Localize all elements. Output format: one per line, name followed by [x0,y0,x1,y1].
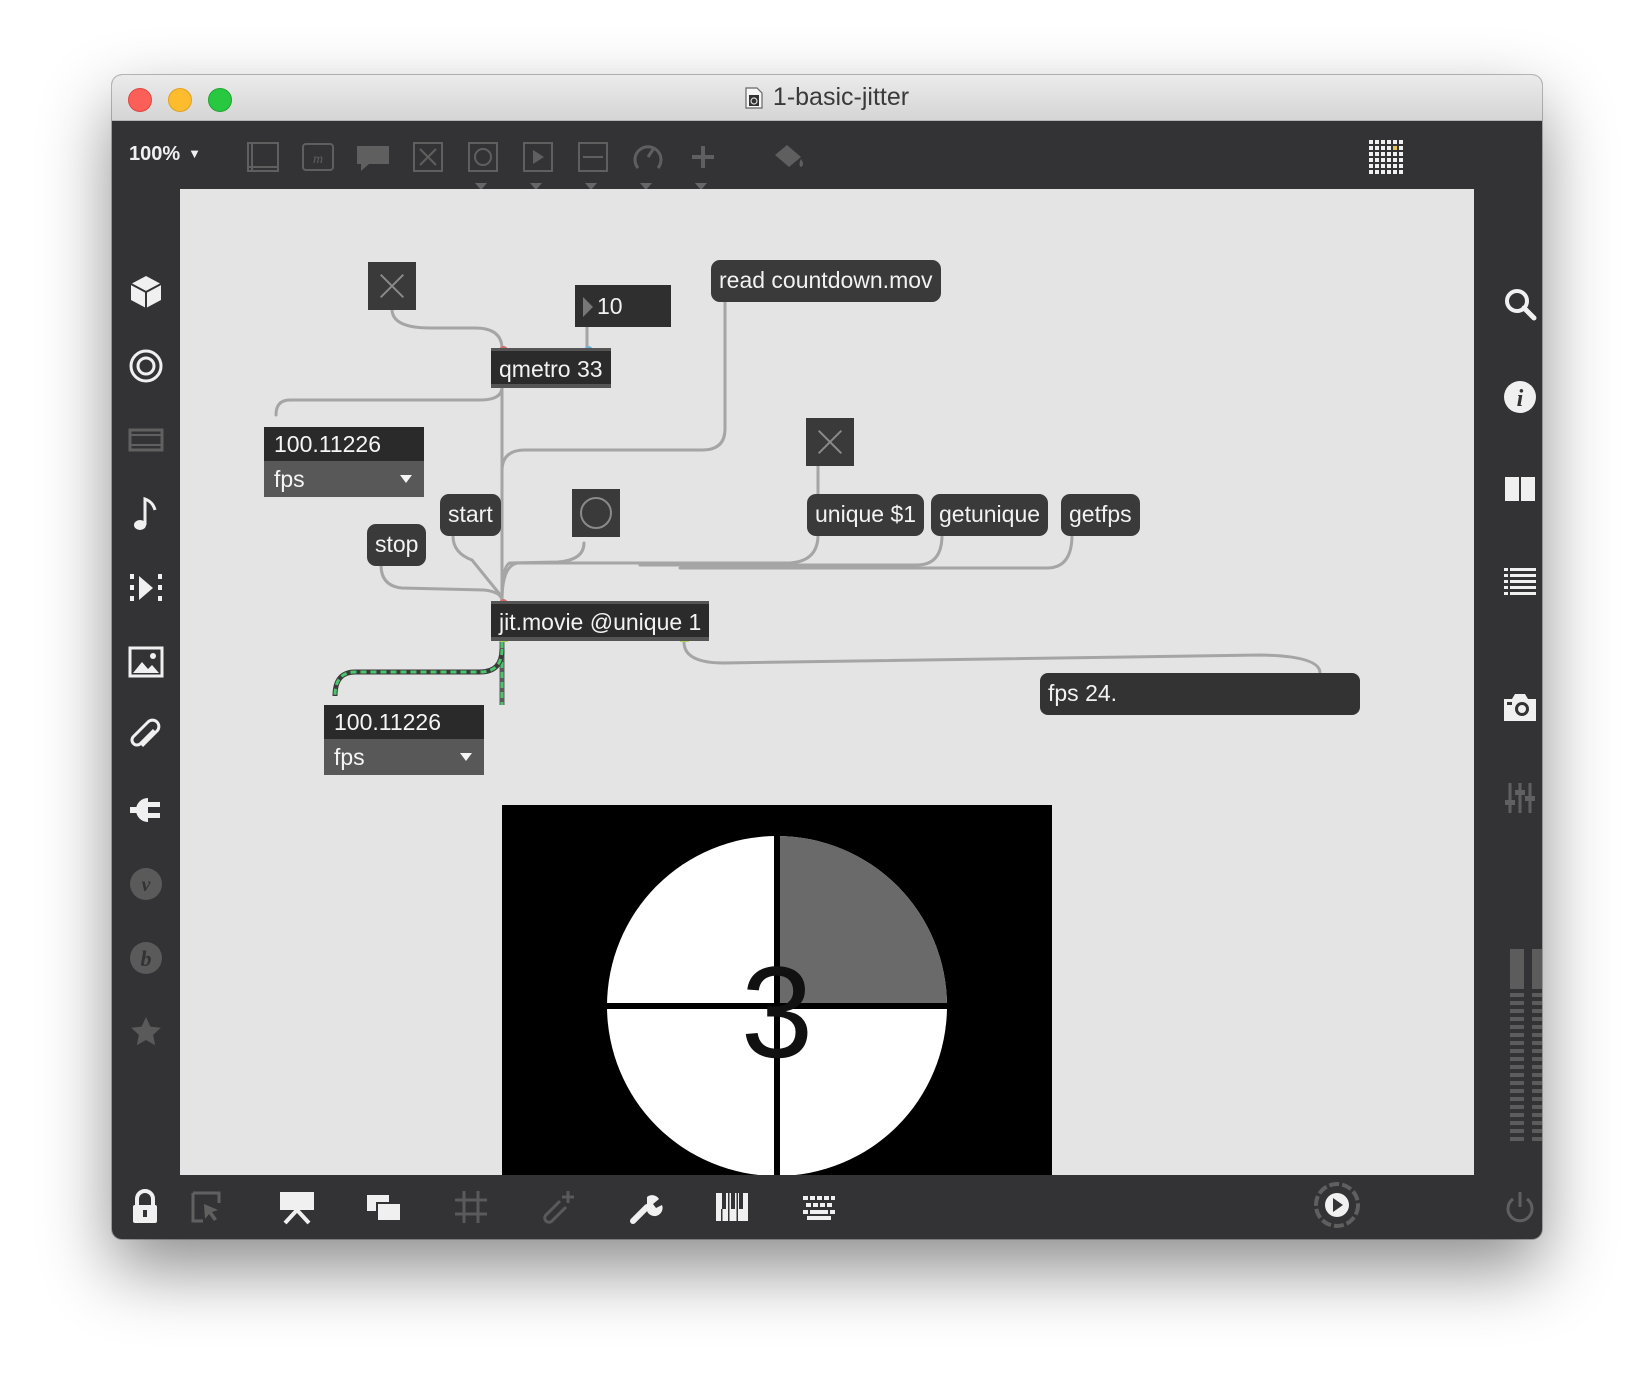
zoom-menu[interactable]: 100% ▼ [129,143,201,166]
toggle-1[interactable] [368,262,416,310]
unique-message-box[interactable]: unique $1 [807,494,925,536]
comment-icon[interactable] [353,137,393,177]
jit-movie-object[interactable]: jit.movie @unique 1 [491,601,710,641]
window-title-text: 1-basic-jitter [772,83,910,111]
svg-text:m: m [313,152,323,167]
fps-output-message[interactable]: fps 24. [1040,673,1360,715]
attrui-value: 100.11226 [324,705,484,739]
message-box-icon[interactable]: m [298,137,338,177]
attrui-fps-bottom[interactable]: 100.11226 fps [324,705,484,775]
toggle-icon[interactable] [408,137,448,177]
info-icon[interactable]: i [1500,377,1540,417]
plug-icon[interactable] [126,790,166,830]
mixer-icon[interactable] [1500,778,1540,818]
getfps-message-box[interactable]: getfps [1061,494,1140,536]
paperclip-icon[interactable] [126,716,166,756]
lock-icon[interactable] [125,1187,165,1227]
svg-text:v: v [142,874,152,896]
music-note-icon[interactable] [126,494,166,534]
film-icon[interactable] [126,420,166,460]
jit-pwindow[interactable]: 3 [502,805,1052,1175]
bang-button[interactable] [572,489,620,537]
triangle-icon [583,297,593,317]
qmetro-object[interactable]: qmetro 33 [491,348,611,388]
svg-text:b: b [141,946,152,971]
step-icon[interactable] [126,568,166,608]
patcher-window: 1-basic-jitter 100% ▼ m v b 10 read coun… [112,75,1542,1239]
getunique-message-box[interactable]: getunique [931,494,1049,536]
svg-text:i: i [1517,386,1524,412]
video-frame: 3 [607,836,947,1175]
grid-icon[interactable] [451,1187,491,1227]
grid-icon[interactable] [1367,137,1407,177]
dial-icon[interactable] [628,137,668,177]
cursor-icon[interactable] [187,1187,227,1227]
wrench-icon[interactable] [625,1187,665,1227]
read-message-box[interactable]: read countdown.mov [711,260,941,302]
stop-message-box[interactable]: stop [367,524,427,566]
document-icon [745,87,763,109]
attrui-value: 100.11226 [264,427,424,461]
button-icon[interactable] [463,137,503,177]
new-object-icon[interactable] [243,137,283,177]
keyboard-icon[interactable] [799,1187,839,1227]
b-icon[interactable]: b [126,938,166,978]
number-box[interactable]: 10 [575,285,671,327]
audio-play-icon[interactable] [1311,1179,1363,1231]
patcher-canvas[interactable]: 10 read countdown.mov qmetro 33 100.1122… [180,189,1474,1175]
piano-icon[interactable] [712,1187,752,1227]
target-icon[interactable] [126,346,166,386]
image-icon[interactable] [126,642,166,682]
start-message-box[interactable]: start [440,494,501,536]
level-meter-icon [1510,949,1542,1141]
zoom-value: 100% [129,143,181,165]
camera-icon[interactable] [1500,687,1540,727]
slider-icon[interactable] [573,137,613,177]
play-icon[interactable] [518,137,558,177]
power-icon[interactable] [1500,1187,1540,1227]
countdown-digit: 3 [741,939,813,1085]
windows-icon[interactable] [364,1187,404,1227]
window-title: 1-basic-jitter [112,75,1542,120]
chevron-down-icon [400,475,412,483]
star-icon[interactable] [126,1012,166,1052]
number-box-value: 10 [597,293,623,319]
attrui-fps-top[interactable]: 100.11226 fps [264,427,424,497]
list-icon[interactable] [1500,561,1540,601]
columns-icon[interactable] [1500,469,1540,509]
chevron-down-icon: ▼ [188,146,202,161]
search-icon[interactable] [1500,284,1540,324]
pin-icon[interactable] [538,1187,578,1227]
plus-icon[interactable] [683,137,723,177]
paint-bucket-icon[interactable] [769,137,809,177]
toggle-2[interactable] [806,418,854,466]
toolbar: 100% ▼ m [112,121,1542,190]
presentation-icon[interactable] [277,1187,317,1227]
v-icon[interactable]: v [126,864,166,904]
chevron-down-icon [460,753,472,761]
title-bar: 1-basic-jitter [112,75,1542,121]
cube-icon[interactable] [126,272,166,312]
